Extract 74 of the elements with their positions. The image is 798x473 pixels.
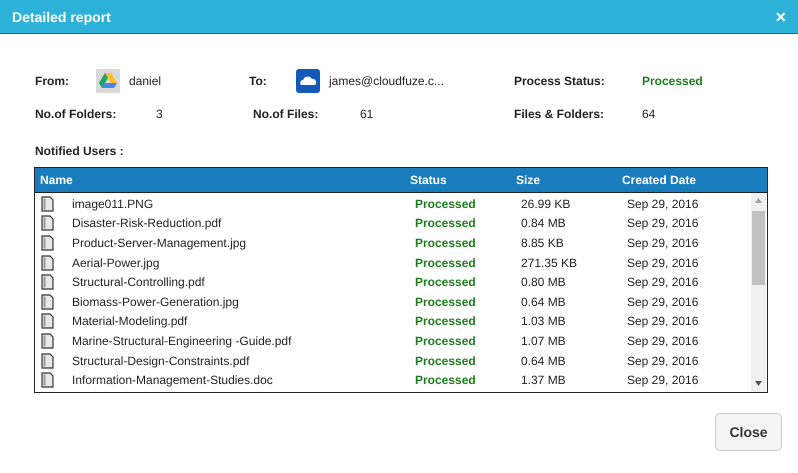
date-text: Sep 29, 2016	[627, 236, 698, 250]
file-name: Structural-Design-Constraints.pdf	[72, 354, 250, 368]
file-name: Marine-Structural-Engineering -Guide.pdf	[72, 334, 292, 348]
file-icon	[41, 215, 54, 232]
file-icon	[41, 372, 54, 388]
file-name: Information-Management-Studies.doc	[72, 373, 274, 388]
field-label: Notified Users :	[35, 144, 124, 158]
size-text: 1.07 MB	[521, 334, 567, 348]
size-text: 0.80 MB	[521, 275, 567, 290]
size-text: 8.85 KB	[521, 236, 565, 250]
date-text: Sep 29, 2016	[627, 314, 698, 328]
field-label: Process Status:	[514, 74, 605, 88]
field-value: 3	[156, 107, 163, 121]
status-text: Processed	[415, 275, 477, 290]
file-name: image011.PNG	[72, 196, 154, 211]
field-label: No.of Folders:	[35, 107, 116, 121]
file-icon	[41, 332, 54, 349]
status-text: Processed	[415, 196, 477, 211]
column-header: Size	[516, 173, 542, 187]
file-icon	[41, 313, 54, 330]
date-text: Sep 29, 2016	[627, 334, 698, 348]
size-text: 1.37 MB	[521, 373, 567, 388]
close-button[interactable]: Close	[715, 413, 782, 451]
size-text: 271.35 KB	[521, 256, 578, 270]
size-text: 0.64 MB	[521, 294, 567, 309]
scroll-up-icon[interactable]	[755, 198, 762, 203]
file-icon	[41, 274, 54, 290]
cloud-icon	[296, 69, 320, 93]
field-value: 64	[642, 107, 656, 121]
scroll-down-icon[interactable]	[755, 381, 762, 386]
file-name: Material-Modeling.pdf	[72, 314, 188, 328]
window-title: Detailed report	[12, 8, 111, 24]
field-value: Processed	[642, 74, 703, 88]
status-text: Processed	[415, 314, 477, 328]
status-text: Processed	[415, 373, 477, 388]
scrollbar[interactable]	[751, 193, 766, 392]
field-value: james@cloudfuze.c...	[329, 74, 444, 88]
size-text: 1.03 MB	[521, 314, 567, 328]
size-text: 26.99 KB	[521, 196, 572, 211]
field-label: No.of Files:	[253, 107, 318, 121]
drive-icon	[96, 69, 120, 93]
status-text: Processed	[415, 256, 477, 270]
size-text: 0.84 MB	[521, 216, 567, 230]
file-icon	[41, 294, 54, 310]
file-name: Product-Server-Management.jpg	[72, 236, 248, 250]
column-header: Status	[410, 173, 448, 187]
file-name: Structural-Controlling.pdf	[72, 275, 206, 290]
date-text: Sep 29, 2016	[627, 216, 698, 230]
file-name: Biomass-Power-Generation.jpg	[72, 294, 240, 309]
field-label: From:	[35, 74, 69, 88]
date-text: Sep 29, 2016	[627, 196, 698, 211]
date-text: Sep 29, 2016	[627, 354, 698, 368]
status-text: Processed	[415, 294, 477, 309]
field-label: Files & Folders:	[514, 107, 604, 121]
file-icon	[41, 196, 54, 212]
field-label: To:	[249, 74, 267, 88]
status-text: Processed	[415, 236, 477, 250]
status-text: Processed	[415, 334, 477, 348]
file-icon	[41, 352, 54, 369]
field-value: 61	[360, 107, 374, 121]
date-text: Sep 29, 2016	[627, 294, 698, 309]
file-name: Disaster-Risk-Reduction.pdf	[72, 216, 222, 230]
status-text: Processed	[415, 354, 477, 368]
date-text: Sep 29, 2016	[627, 373, 698, 388]
file-icon	[41, 234, 54, 251]
file-name: Aerial-Power.jpg	[72, 256, 160, 270]
date-text: Sep 29, 2016	[627, 256, 698, 270]
date-text: Sep 29, 2016	[627, 275, 698, 290]
column-header: Name	[40, 173, 74, 187]
size-text: 0.64 MB	[521, 354, 567, 368]
field-value: daniel	[129, 74, 162, 88]
column-header: Created Date	[622, 173, 698, 187]
file-icon	[41, 254, 54, 271]
status-text: Processed	[415, 216, 477, 230]
